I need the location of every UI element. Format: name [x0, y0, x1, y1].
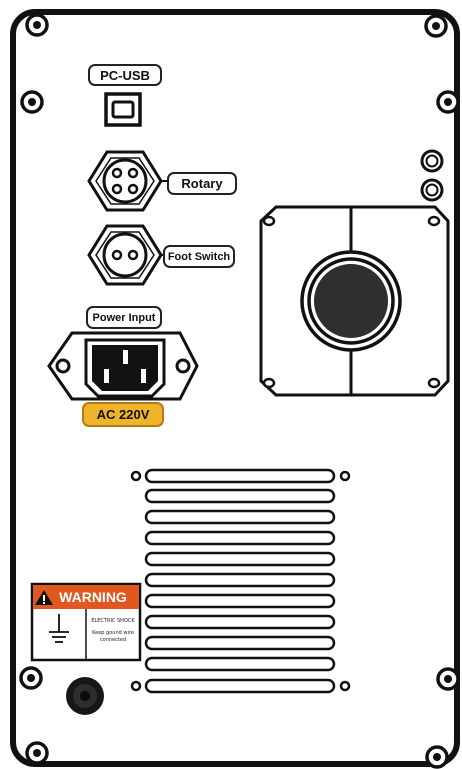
power-input-label: Power Input: [86, 306, 162, 329]
plate-screw-br: [427, 377, 441, 389]
ring-right-lower: [420, 178, 444, 202]
plate-screw-tr: [427, 215, 441, 227]
ac-voltage-badge: AC 220V: [82, 402, 164, 427]
warning-line-2: Keep gound wire: [92, 630, 134, 636]
ground-terminal-icon[interactable]: [66, 677, 104, 715]
round-button-icon[interactable]: [300, 250, 402, 352]
screw-bottom-right: [425, 745, 449, 769]
rear-panel: PC-USB Rotary Foot Switch Power Input AC…: [0, 0, 462, 769]
screw-mid-right: [436, 90, 460, 114]
usb-b-port-icon[interactable]: [104, 92, 142, 127]
pc-usb-label: PC-USB: [88, 64, 162, 86]
warning-line-3: connected: [99, 637, 127, 643]
screw-mid-left: [20, 90, 44, 114]
warning-line-1: ELECTRIC SHOCK: [91, 618, 135, 624]
screw-lower-right: [436, 667, 460, 691]
screw-lower-left: [19, 666, 43, 690]
ring-right-upper: [420, 149, 444, 173]
plate-screw-tl: [262, 215, 276, 227]
plate-screw-bl: [262, 377, 276, 389]
power-inlet-icon[interactable]: [47, 331, 199, 401]
foot-switch-label: Foot Switch: [163, 245, 235, 268]
rotary-label: Rotary: [167, 172, 237, 195]
screw-top-right: [424, 14, 448, 38]
screw-bottom-left: [25, 741, 49, 765]
screw-top-left: [25, 13, 49, 37]
warning-title: WARNING: [59, 589, 127, 605]
